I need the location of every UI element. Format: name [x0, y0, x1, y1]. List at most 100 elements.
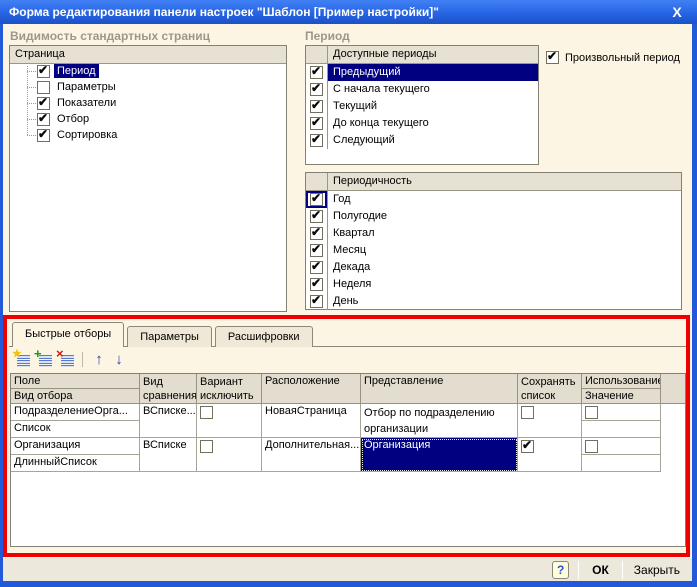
cell-exclude[interactable]	[197, 438, 262, 472]
cell-field[interactable]: ПодразделениеОрга...	[11, 404, 140, 421]
tree-item-period[interactable]: Период	[27, 63, 99, 79]
quarter-checkbox[interactable]	[310, 225, 323, 240]
close-dialog-button[interactable]: Закрыть	[632, 563, 682, 577]
available-periods-list: Доступные периоды Предыдущий С начала те…	[305, 45, 539, 165]
cell-presentation-selected[interactable]: Организация	[361, 438, 518, 472]
cell-presentation[interactable]: Отбор по подразделению организации	[361, 404, 518, 438]
from-start-period-checkbox[interactable]	[310, 81, 323, 96]
exclude-checkbox[interactable]	[200, 406, 213, 419]
column-header-location: Расположение	[262, 374, 361, 404]
tab-parameters[interactable]: Параметры	[127, 326, 212, 347]
help-button[interactable]: ?	[552, 560, 570, 579]
list-item[interactable]: До конца текущего	[306, 115, 538, 132]
move-up-button[interactable]: ↑	[89, 351, 109, 368]
parameters-page-checkbox[interactable]	[37, 80, 50, 94]
periodicity-item-label[interactable]: Квартал	[328, 225, 681, 242]
day-checkbox[interactable]	[310, 293, 323, 308]
tree-item-parameters[interactable]: Параметры	[27, 79, 119, 95]
periodicity-item-label[interactable]: День	[328, 293, 681, 310]
cell-exclude[interactable]	[197, 404, 262, 438]
exclude-checkbox[interactable]	[200, 440, 213, 453]
usage-checkbox[interactable]	[585, 440, 598, 453]
ok-button[interactable]: ОК	[588, 563, 613, 577]
close-icon[interactable]: X	[668, 3, 686, 21]
tree-item-label[interactable]: Показатели	[54, 96, 119, 110]
cell-save-list[interactable]	[518, 404, 582, 438]
list-item[interactable]: Неделя	[306, 276, 681, 293]
periodicity-item-label[interactable]: Неделя	[328, 276, 681, 293]
cell-value[interactable]	[582, 421, 661, 438]
indicators-page-checkbox[interactable]	[37, 95, 50, 110]
cell-location[interactable]: НоваяСтраница	[262, 404, 361, 438]
column-header-comparison: Вид сравнения	[140, 374, 197, 404]
list-item[interactable]: Год	[306, 191, 681, 208]
tree-item-selection[interactable]: Отбор	[27, 111, 92, 127]
cell-selection-kind[interactable]: ДлинныйСписок	[11, 455, 140, 472]
list-item[interactable]: Полугодие	[306, 208, 681, 225]
periodicity-item-label[interactable]: Декада	[328, 259, 681, 276]
current-period-checkbox[interactable]	[310, 98, 323, 113]
selection-page-checkbox[interactable]	[37, 111, 50, 126]
new-item-button[interactable]: ★	[12, 348, 32, 368]
cell-save-list[interactable]	[518, 438, 582, 472]
table-empty-area[interactable]	[11, 472, 685, 546]
list-item[interactable]: Предыдущий	[306, 64, 538, 81]
tab-drilldowns[interactable]: Расшифровки	[214, 326, 313, 347]
arbitrary-period-checkbox[interactable]	[546, 49, 559, 64]
cell-usage[interactable]	[582, 438, 661, 455]
list-item[interactable]: Следующий	[306, 132, 538, 149]
cell-location[interactable]: Дополнительная...	[262, 438, 361, 472]
tree-branch-icon	[27, 102, 36, 104]
tree-item-label[interactable]: Параметры	[54, 80, 119, 94]
month-checkbox[interactable]	[310, 242, 323, 257]
column-header-filler	[661, 374, 685, 404]
cell-selection-kind[interactable]: Список	[11, 421, 140, 438]
list-item[interactable]: Квартал	[306, 225, 681, 242]
arbitrary-period-option[interactable]: Произвольный период	[546, 49, 680, 64]
usage-checkbox[interactable]	[585, 406, 598, 419]
sorting-page-checkbox[interactable]	[37, 127, 50, 142]
save-list-checkbox[interactable]	[521, 406, 534, 419]
tree-item-indicators[interactable]: Показатели	[27, 95, 119, 111]
year-checkbox[interactable]	[310, 191, 323, 206]
cell-field[interactable]: Организация	[11, 438, 140, 455]
half-year-checkbox[interactable]	[310, 208, 323, 223]
titlebar: Форма редактирования панели настроек "Ша…	[0, 0, 697, 24]
dialog-footer: ? ОК Закрыть	[3, 557, 692, 581]
cell-comparison[interactable]: ВСписке...	[140, 404, 197, 438]
delete-cross-icon: ×	[56, 345, 64, 361]
periodicity-item-label[interactable]: Месяц	[328, 242, 681, 259]
next-period-checkbox[interactable]	[310, 132, 323, 147]
period-item-label[interactable]: Следующий	[328, 132, 538, 149]
save-list-checkbox[interactable]	[521, 438, 534, 453]
tree-item-sorting[interactable]: Сортировка	[27, 127, 120, 143]
list-item[interactable]: День	[306, 293, 681, 310]
move-down-button[interactable]: ↓	[109, 351, 129, 368]
delete-item-button[interactable]: ×	[56, 345, 76, 368]
previous-period-checkbox[interactable]	[310, 64, 323, 79]
period-item-label[interactable]: До конца текущего	[328, 115, 538, 132]
periodicity-item-label[interactable]: Полугодие	[328, 208, 681, 225]
period-item-label[interactable]: Предыдущий	[328, 64, 538, 81]
period-item-label[interactable]: Текущий	[328, 98, 538, 115]
tab-quick-selections[interactable]: Быстрые отборы	[12, 322, 125, 347]
list-item[interactable]: Текущий	[306, 98, 538, 115]
tree-item-label[interactable]: Период	[54, 64, 99, 78]
tree-item-label[interactable]: Отбор	[54, 112, 92, 126]
list-item[interactable]: С начала текущего	[306, 81, 538, 98]
period-page-checkbox[interactable]	[37, 63, 50, 78]
period-item-label[interactable]: С начала текущего	[328, 81, 538, 98]
decade-checkbox[interactable]	[310, 259, 323, 274]
arbitrary-period-label: Произвольный период	[565, 51, 680, 64]
cell-usage[interactable]	[582, 404, 661, 421]
cell-comparison[interactable]: ВСписке	[140, 438, 197, 472]
list-item[interactable]: Декада	[306, 259, 681, 276]
list-item[interactable]: Месяц	[306, 242, 681, 259]
cell-value[interactable]	[582, 455, 661, 472]
week-checkbox[interactable]	[310, 276, 323, 291]
to-end-period-checkbox[interactable]	[310, 115, 323, 130]
periodicity-item-label[interactable]: Год	[328, 191, 681, 208]
add-item-button[interactable]: +	[34, 347, 54, 368]
tree-item-label[interactable]: Сортировка	[54, 128, 120, 142]
available-periods-header: Доступные периоды	[306, 46, 538, 64]
